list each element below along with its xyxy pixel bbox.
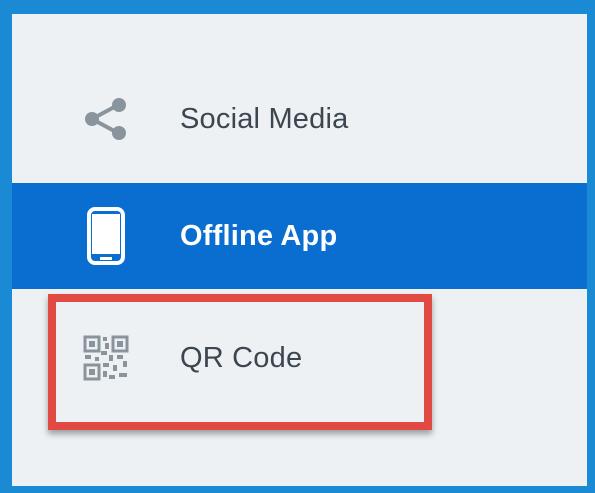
distribution-menu-panel: Social Media Offline App QR Code (0, 0, 595, 493)
menu-item-label: QR Code (180, 341, 303, 374)
menu-item-label: Social Media (180, 102, 349, 135)
qr-code-icon (76, 328, 136, 388)
menu-item-offline-app[interactable]: Offline App (12, 183, 587, 289)
menu-item-label: Offline App (180, 219, 338, 252)
menu-item-social-media[interactable]: Social Media (12, 66, 587, 172)
tablet-icon (76, 206, 136, 266)
share-icon (76, 89, 136, 149)
menu-item-qr-code[interactable]: QR Code (12, 305, 587, 411)
distribution-menu: Social Media Offline App QR Code (12, 14, 587, 486)
